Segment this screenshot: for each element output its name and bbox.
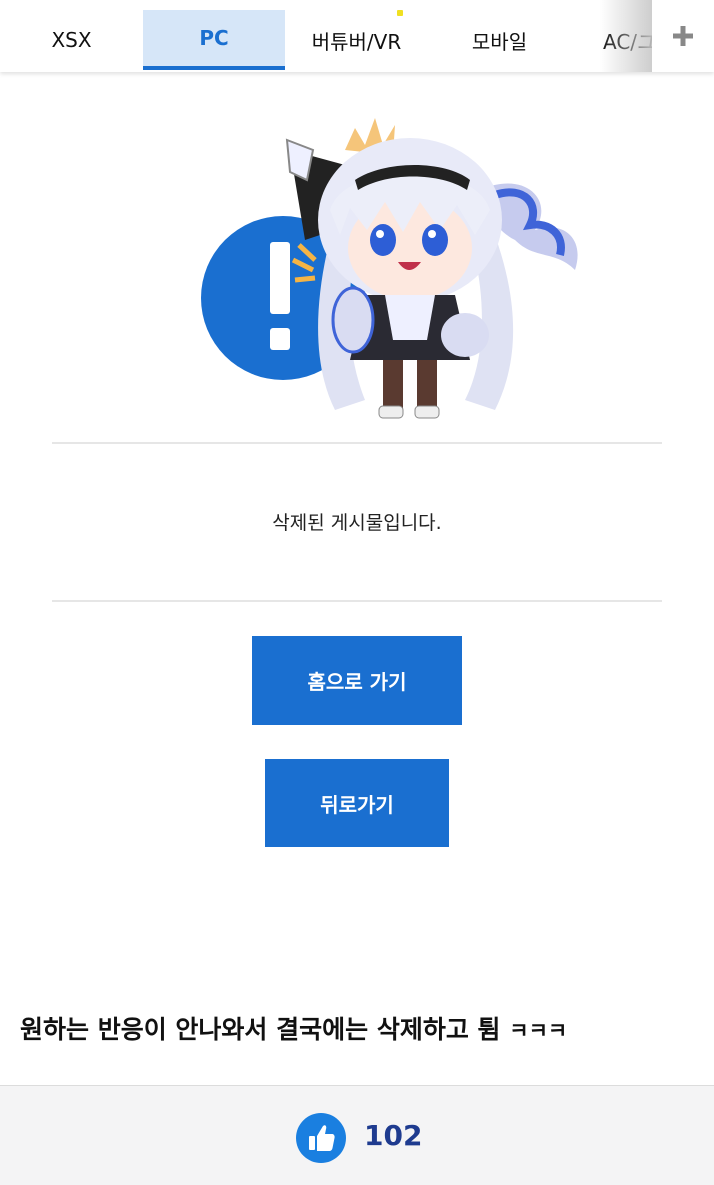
new-indicator-dot xyxy=(397,10,403,16)
caption-text: 원하는 반응이 안나와서 결국에는 삭제하고 튐 xyxy=(20,1015,501,1044)
plus-icon xyxy=(673,26,693,46)
tab-pc[interactable]: PC xyxy=(143,10,285,70)
deleted-post-message: 삭제된 게시물입니다. xyxy=(272,512,442,534)
add-tab-button[interactable] xyxy=(652,0,714,72)
tab-vtuber-vr[interactable]: 버튜버/VR xyxy=(285,10,428,70)
tab-mobile[interactable]: 모바일 xyxy=(428,10,571,70)
caption-laugh: ㅋㅋㅋ xyxy=(509,1019,568,1043)
like-count: 102 xyxy=(364,1119,423,1152)
go-back-button[interactable]: 뒤로가기 xyxy=(265,759,449,847)
content-divider-top xyxy=(52,442,662,444)
content-divider-bottom xyxy=(52,600,662,602)
category-tab-bar: XSX PC 버튜버/VR 모바일 AC/ユ xyxy=(0,0,714,72)
thumbs-up-icon xyxy=(309,1125,335,1151)
like-button[interactable] xyxy=(296,1113,346,1163)
like-footer: 102 xyxy=(0,1085,714,1185)
mascot-character-icon xyxy=(285,118,578,419)
tab-xsx[interactable]: XSX xyxy=(0,10,143,70)
tab-overflow-fade xyxy=(600,0,652,72)
go-home-button[interactable]: 홈으로 가기 xyxy=(252,636,462,725)
deleted-post-illustration xyxy=(201,118,578,419)
post-caption: 원하는 반응이 안나와서 결국에는 삭제하고 튐 ㅋㅋㅋ xyxy=(20,1010,567,1046)
